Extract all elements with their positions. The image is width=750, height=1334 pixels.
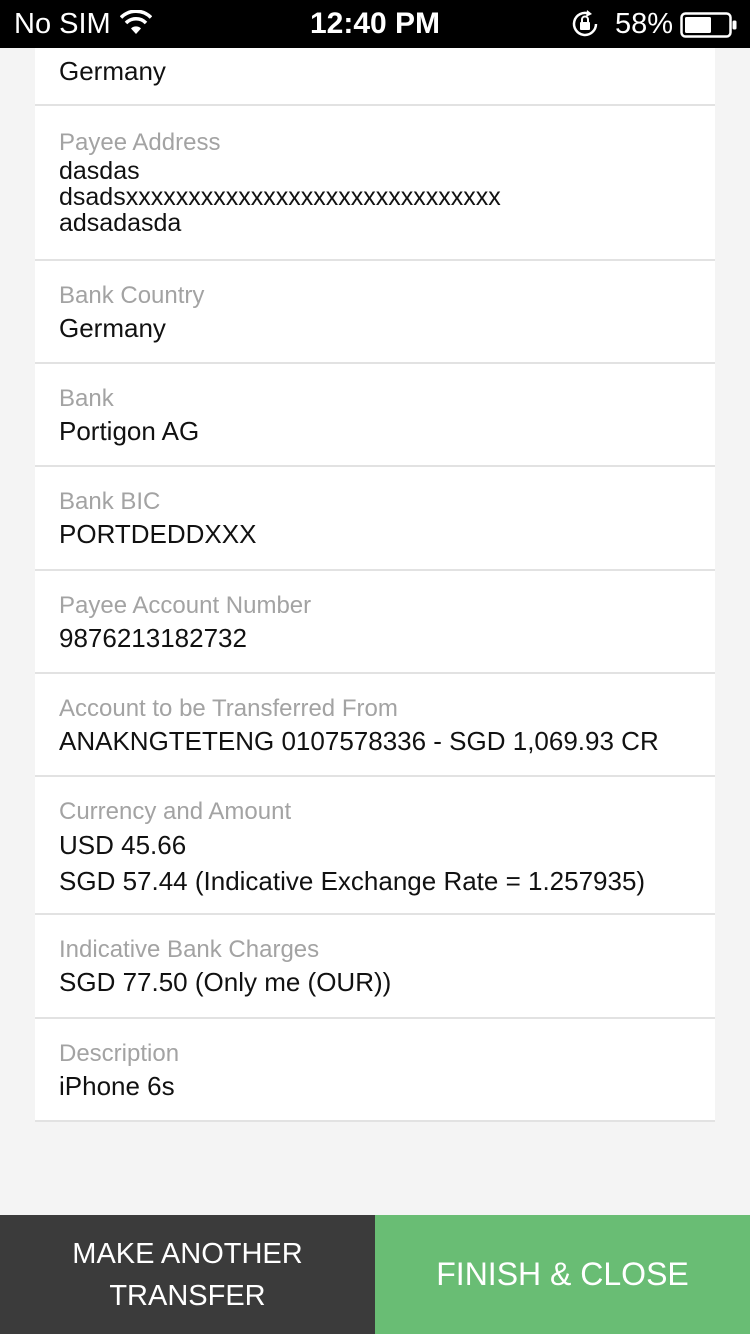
detail-value: Portigon AG [59, 416, 200, 446]
detail-row-account-from: Account to be Transferred From ANAKNGTET… [35, 674, 715, 777]
detail-row-payee-account-number: Payee Account Number 9876213182732 [35, 571, 715, 674]
detail-value: ANAKNGTETENG 0107578336 - SGD 1,069.93 C… [59, 726, 659, 756]
detail-row-currency-amount: Currency and Amount USD 45.66 SGD 57.44 … [35, 777, 715, 915]
detail-label: Description [59, 1040, 180, 1067]
detail-value: iPhone 6s [59, 1071, 175, 1101]
detail-label: Currency and Amount [59, 798, 292, 825]
detail-label: Payee Account Number [59, 592, 312, 619]
detail-row-bank-bic: Bank BIC PORTDEDDXXX [35, 467, 715, 571]
detail-row-payee-address: Payee Address dasdas dsadsxxxxxxxxxxxxxx… [35, 106, 715, 261]
detail-value-line: adsadasda [59, 209, 182, 237]
button-label-line: MAKE ANOTHER [72, 1237, 303, 1270]
detail-value: 9876213182732 [59, 623, 247, 653]
detail-row-payee-country: Germany [35, 48, 715, 106]
detail-row-bank: Bank Portigon AG [35, 364, 715, 467]
detail-value-line: dasdas [59, 157, 140, 185]
detail-label: Account to be Transferred From [59, 695, 398, 722]
make-another-transfer-button[interactable]: MAKE ANOTHER TRANSFER [0, 1215, 375, 1334]
finish-close-button[interactable]: FINISH & CLOSE [375, 1215, 750, 1334]
battery-percentage: 58% [615, 8, 674, 40]
detail-value-line: dsadsxxxxxxxxxxxxxxxxxxxxxxxxxxxxxx [59, 183, 501, 211]
detail-value: SGD 77.50 (Only me (OUR)) [59, 967, 392, 997]
detail-row-bank-country: Bank Country Germany [35, 261, 715, 364]
detail-label: Payee Address [59, 129, 221, 156]
button-label: FINISH & CLOSE [436, 1256, 689, 1292]
action-bar: MAKE ANOTHER TRANSFER FINISH & CLOSE [0, 1215, 750, 1334]
detail-row-description: Description iPhone 6s [35, 1019, 715, 1122]
detail-value-line: SGD 57.44 (Indicative Exchange Rate = 1.… [59, 866, 646, 896]
detail-value-line: USD 45.66 [59, 830, 187, 860]
status-bar: No SIM 12:40 PM 58% [0, 0, 750, 48]
detail-value: Germany [59, 56, 166, 86]
detail-row-bank-charges: Indicative Bank Charges SGD 77.50 (Only … [35, 915, 715, 1019]
detail-label: Indicative Bank Charges [59, 936, 320, 963]
transfer-details: Germany Payee Address dasdas dsadsxxxxxx… [35, 48, 715, 1122]
detail-value: Germany [59, 313, 166, 343]
rotation-lock-icon [570, 9, 600, 47]
button-label-line: TRANSFER [109, 1279, 266, 1312]
detail-label: Bank BIC [59, 488, 161, 515]
detail-value: PORTDEDDXXX [59, 519, 257, 549]
detail-label: Bank Country [59, 282, 205, 309]
battery-icon [680, 12, 738, 46]
detail-label: Bank [59, 385, 114, 412]
